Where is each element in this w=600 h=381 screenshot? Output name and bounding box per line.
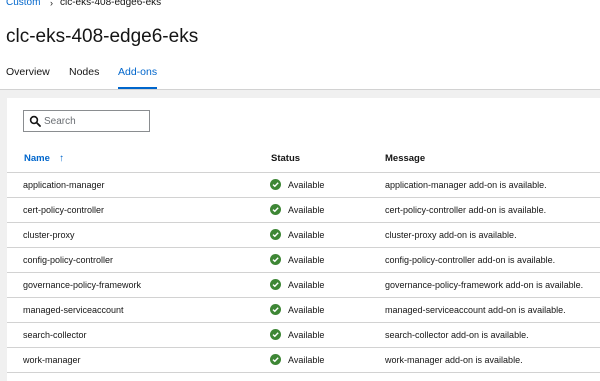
addon-name: governance-policy-framework <box>23 280 142 290</box>
search-input[interactable] <box>44 113 146 129</box>
column-header-name-label: Name <box>24 153 50 164</box>
column-header-message: Message <box>385 153 426 164</box>
addon-name: config-policy-controller <box>23 255 114 265</box>
check-circle-icon <box>270 329 281 340</box>
search-box[interactable] <box>23 110 150 132</box>
table-row: application-manager Available applicatio… <box>7 173 600 198</box>
table-row: work-manager Available work-manager add-… <box>7 348 600 373</box>
check-circle-icon <box>270 229 281 240</box>
addon-name: application-manager <box>23 180 105 190</box>
message-text: work-manager add-on is available. <box>385 355 523 365</box>
table-row: cert-policy-controller Available cert-po… <box>7 198 600 223</box>
search-icon <box>29 115 41 127</box>
check-circle-icon <box>270 204 281 215</box>
table-row: cluster-proxy Available cluster-proxy ad… <box>7 223 600 248</box>
sort-ascending-icon[interactable]: ↑ <box>59 153 64 165</box>
check-circle-icon <box>270 304 281 315</box>
status-text: Available <box>288 255 325 265</box>
addon-name: work-manager <box>23 355 81 365</box>
tab-overview[interactable]: Overview <box>6 65 50 89</box>
tab-add-ons[interactable]: Add-ons <box>118 65 158 89</box>
status-text: Available <box>288 330 325 340</box>
status-text: Available <box>288 280 325 290</box>
tab-bar: Overview Nodes Add-ons <box>0 62 600 90</box>
message-text: search-collector add-on is available. <box>385 330 529 340</box>
message-text: cluster-proxy add-on is available. <box>385 230 517 240</box>
table-row: managed-serviceaccount Available managed… <box>7 298 600 323</box>
addon-name: search-collector <box>23 330 87 340</box>
message-text: cert-policy-controller add-on is availab… <box>385 205 547 215</box>
page-title: clc-eks-408-edge6-eks <box>6 26 199 47</box>
status-text: Available <box>288 305 325 315</box>
breadcrumb-link-custom[interactable]: Custom <box>6 0 40 10</box>
status-text: Available <box>288 355 325 365</box>
message-text: governance-policy-framework add-on is av… <box>385 280 584 290</box>
check-circle-icon <box>270 354 281 365</box>
breadcrumb-current: clc-eks-408-edge6-eks <box>60 0 162 8</box>
addon-name: cluster-proxy <box>23 230 75 240</box>
message-text: config-policy-controller add-on is avail… <box>385 255 556 265</box>
table-row: search-collector Available search-collec… <box>7 323 600 348</box>
addon-name: cert-policy-controller <box>23 205 105 215</box>
check-circle-icon <box>270 279 281 290</box>
breadcrumb: Custom › clc-eks-408-edge6-eks <box>0 0 600 14</box>
message-text: application-manager add-on is available. <box>385 180 547 190</box>
status-text: Available <box>288 180 325 190</box>
status-text: Available <box>288 205 325 215</box>
column-header-name[interactable]: Name ↑ <box>24 153 64 165</box>
chevron-right-icon: › <box>50 0 53 8</box>
tab-nodes[interactable]: Nodes <box>69 65 99 89</box>
check-circle-icon <box>270 254 281 265</box>
addon-name: managed-serviceaccount <box>23 305 124 315</box>
table-row: governance-policy-framework Available go… <box>7 273 600 298</box>
status-text: Available <box>288 230 325 240</box>
column-header-status: Status <box>271 153 301 164</box>
check-circle-icon <box>270 179 281 190</box>
table-row: config-policy-controller Available confi… <box>7 248 600 273</box>
message-text: managed-serviceaccount add-on is availab… <box>385 305 566 315</box>
